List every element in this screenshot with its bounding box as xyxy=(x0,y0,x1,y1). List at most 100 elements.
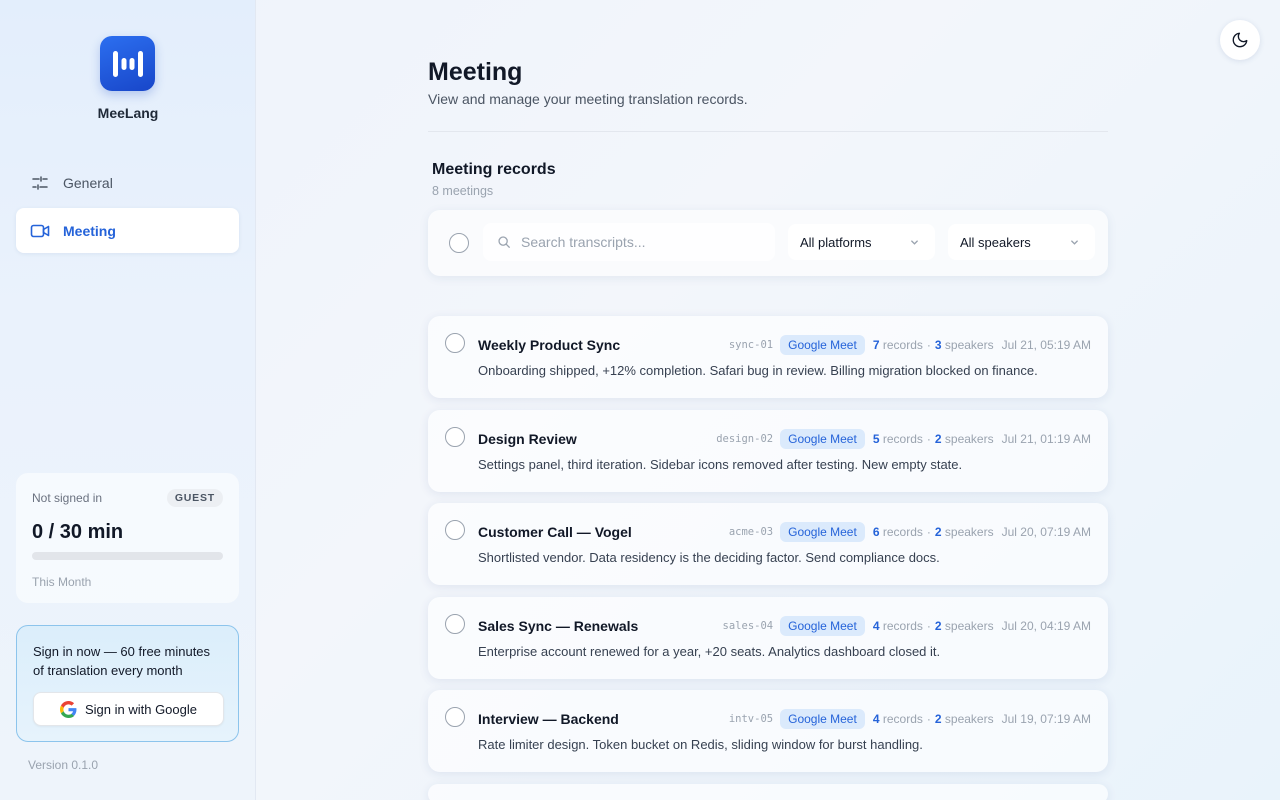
speaker-count: 2 xyxy=(934,431,942,446)
meeting-summary: Enterprise account renewed for a year, +… xyxy=(478,643,941,659)
page-subtitle: View and manage your meeting translation… xyxy=(428,91,748,107)
meeting-code: acme-03 xyxy=(728,526,774,538)
meeting-date: Jul 19, 07:19 AM xyxy=(1001,712,1091,726)
platform-badge: Google Meet xyxy=(780,709,865,729)
section-title: Meeting records xyxy=(432,161,556,178)
search-box xyxy=(483,223,775,261)
sliders-icon xyxy=(30,173,50,193)
platform-badge: Google Meet xyxy=(780,522,865,542)
page-title: Meeting xyxy=(428,58,523,86)
meeting-title: Customer Call — Vogel xyxy=(478,524,632,540)
platform-badge: Google Meet xyxy=(780,335,865,355)
record-label: records xyxy=(882,338,923,352)
record-label: records xyxy=(882,525,923,539)
theme-toggle-button[interactable] xyxy=(1220,20,1260,60)
app-name: MeeLang xyxy=(97,105,159,121)
usage-value: 0 / 30 min xyxy=(32,521,124,543)
meeting-date: Jul 21, 05:19 AM xyxy=(1001,338,1091,352)
search-input[interactable] xyxy=(521,234,761,250)
meeting-card-partial[interactable] xyxy=(428,783,1108,800)
meeting-list: Weekly Product Sync sync-01 Google Meet … xyxy=(428,316,1108,800)
google-signin-label: Sign in with Google xyxy=(84,701,197,717)
meeting-card[interactable]: Weekly Product Sync sync-01 Google Meet … xyxy=(428,316,1108,398)
meeting-card[interactable]: Sales Sync — Renewals sales-04 Google Me… xyxy=(428,596,1108,679)
meeting-title: Design Review xyxy=(478,430,577,447)
record-count: 5 xyxy=(872,431,880,446)
speaker-filter-value: All speakers xyxy=(960,234,1031,250)
meeting-code: design-02 xyxy=(716,432,774,445)
speaker-count: 3 xyxy=(934,338,942,352)
google-icon xyxy=(59,700,77,718)
meeting-meta: sync-01 Google Meet 7 records · 3 speake… xyxy=(729,335,1091,355)
signin-promo-text: Sign in now — 60 free minutes of transla… xyxy=(33,644,211,678)
usage-progress-bar xyxy=(32,552,223,560)
signin-status: Not signed in xyxy=(32,491,103,505)
platform-filter-value: All platforms xyxy=(800,234,872,250)
meta-separator: · xyxy=(926,525,931,539)
app-version: Version 0.1.0 xyxy=(28,758,99,772)
moon-icon xyxy=(1232,32,1248,48)
app-logo xyxy=(100,36,155,91)
meta-separator: · xyxy=(926,338,931,352)
sidebar-item-general[interactable]: General xyxy=(16,160,239,205)
speaker-label: speakers xyxy=(944,525,994,539)
record-count: 4 xyxy=(872,618,880,633)
meeting-code: intv-05 xyxy=(728,713,774,725)
meeting-checkbox[interactable] xyxy=(445,707,465,727)
meeting-meta: acme-03 Google Meet 6 records · 2 speake… xyxy=(729,522,1091,542)
meeting-card[interactable]: Customer Call — Vogel acme-03 Google Mee… xyxy=(428,503,1108,585)
sidebar-item-label: General xyxy=(63,174,113,191)
meeting-title: Weekly Product Sync xyxy=(478,337,621,353)
sidebar-item-meeting[interactable]: Meeting xyxy=(16,208,239,253)
header-divider xyxy=(428,131,1108,132)
records-toolbar: All platforms All speakers xyxy=(428,210,1108,276)
speaker-filter-select[interactable]: All speakers xyxy=(948,224,1095,260)
meeting-count: 8 meetings xyxy=(432,184,494,198)
speaker-count: 2 xyxy=(934,712,942,726)
record-label: records xyxy=(882,618,923,633)
select-all-checkbox[interactable] xyxy=(449,233,469,253)
record-label: records xyxy=(882,712,923,726)
chevron-down-icon xyxy=(911,239,918,245)
meeting-date: Jul 21, 01:19 AM xyxy=(1001,431,1091,446)
search-icon xyxy=(498,236,510,248)
meeting-summary: Shortlisted vendor. Data residency is th… xyxy=(478,550,940,565)
meeting-date: Jul 20, 07:19 AM xyxy=(1001,525,1091,539)
record-label: records xyxy=(882,431,923,446)
speaker-label: speakers xyxy=(944,618,994,633)
record-count: 4 xyxy=(872,712,880,726)
speaker-label: speakers xyxy=(944,712,994,726)
meeting-checkbox[interactable] xyxy=(445,426,465,447)
usage-period: This Month xyxy=(32,575,92,589)
usage-card: Not signed in GUEST 0 / 30 min This Mont… xyxy=(16,473,239,603)
meeting-summary: Rate limiter design. Token bucket on Red… xyxy=(478,737,923,752)
logo-icon xyxy=(112,50,143,77)
platform-badge: Google Meet xyxy=(780,615,865,636)
record-count: 6 xyxy=(872,525,880,539)
meeting-checkbox[interactable] xyxy=(445,613,465,634)
signin-card: Sign in now — 60 free minutes of transla… xyxy=(16,625,239,742)
meeting-date: Jul 20, 04:19 AM xyxy=(1001,618,1091,633)
meeting-summary: Settings panel, third iteration. Sidebar… xyxy=(478,456,963,472)
meeting-meta: design-02 Google Meet 5 records · 2 spea… xyxy=(716,428,1091,449)
platform-badge: Google Meet xyxy=(780,428,865,449)
meeting-checkbox[interactable] xyxy=(445,520,465,540)
speaker-count: 2 xyxy=(934,618,942,633)
meeting-title: Interview — Backend xyxy=(478,711,619,727)
meeting-code: sync-01 xyxy=(728,339,774,351)
sidebar: MeeLang General Meeting Not signed in GU… xyxy=(0,0,256,800)
sidebar-item-label: Meeting xyxy=(63,222,116,239)
meta-separator: · xyxy=(926,431,931,446)
meeting-checkbox[interactable] xyxy=(445,333,465,353)
platform-filter-select[interactable]: All platforms xyxy=(788,224,935,260)
guest-badge: GUEST xyxy=(166,489,223,507)
meeting-meta: sales-04 Google Meet 4 records · 2 speak… xyxy=(723,615,1091,636)
meeting-card[interactable]: Design Review design-02 Google Meet 5 re… xyxy=(428,409,1108,492)
meeting-title: Sales Sync — Renewals xyxy=(478,617,639,634)
google-signin-button[interactable]: Sign in with Google xyxy=(33,692,224,726)
meeting-meta: intv-05 Google Meet 4 records · 2 speake… xyxy=(729,709,1091,729)
video-icon xyxy=(30,221,50,241)
meeting-card[interactable]: Interview — Backend intv-05 Google Meet … xyxy=(428,690,1108,772)
chevron-down-icon xyxy=(1071,239,1078,245)
speaker-count: 2 xyxy=(934,525,942,539)
